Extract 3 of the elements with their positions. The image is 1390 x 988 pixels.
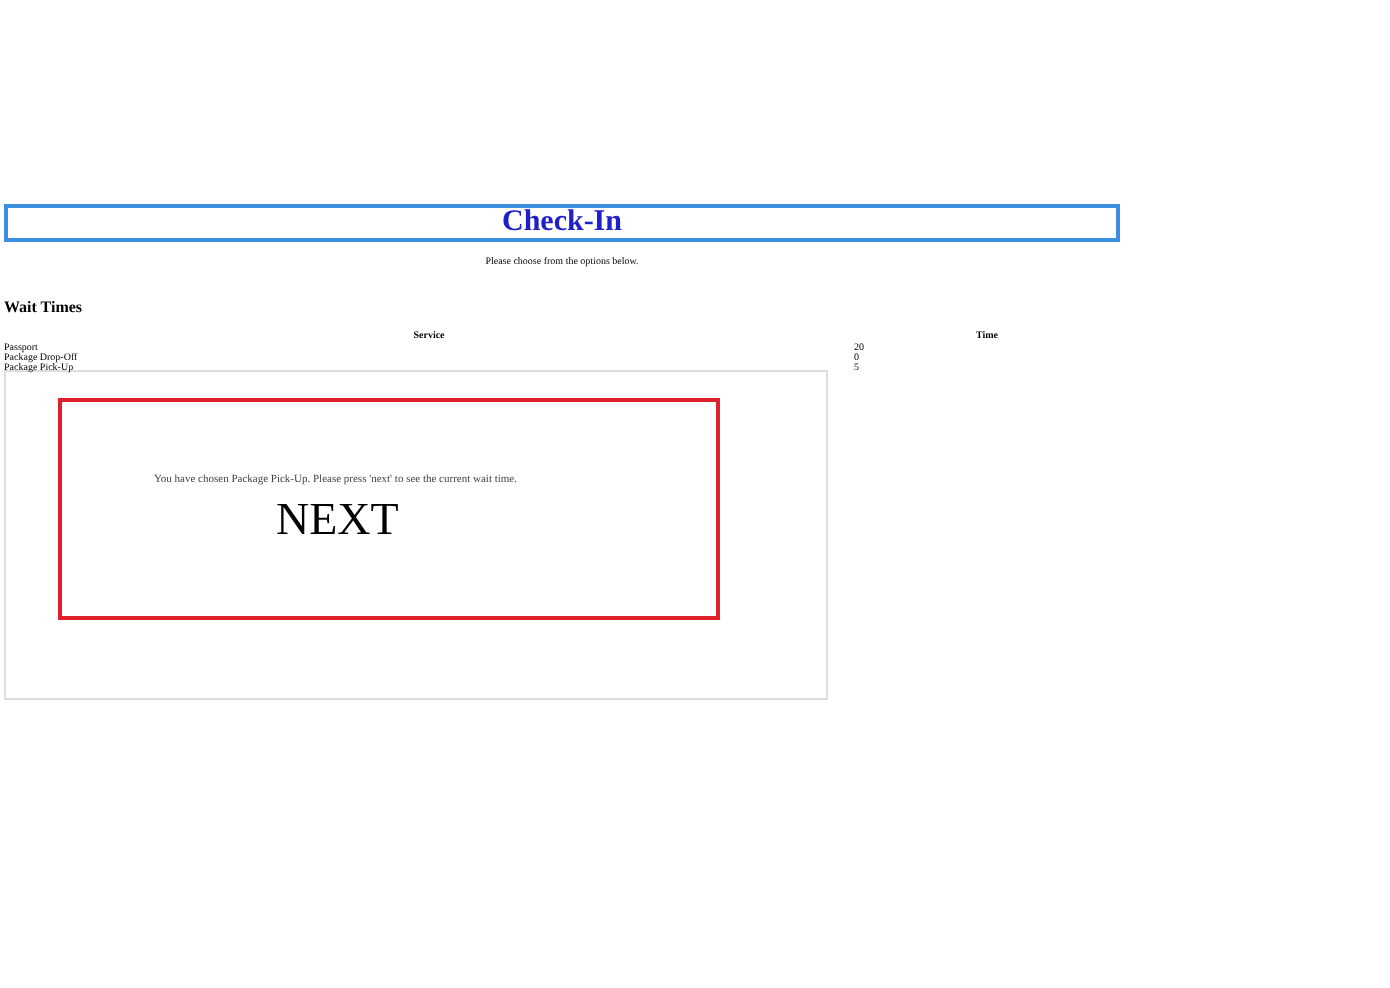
next-button[interactable]: NEXT bbox=[276, 496, 399, 544]
section-heading: Wait Times bbox=[4, 298, 83, 316]
page-title: Check-In bbox=[501, 208, 622, 238]
